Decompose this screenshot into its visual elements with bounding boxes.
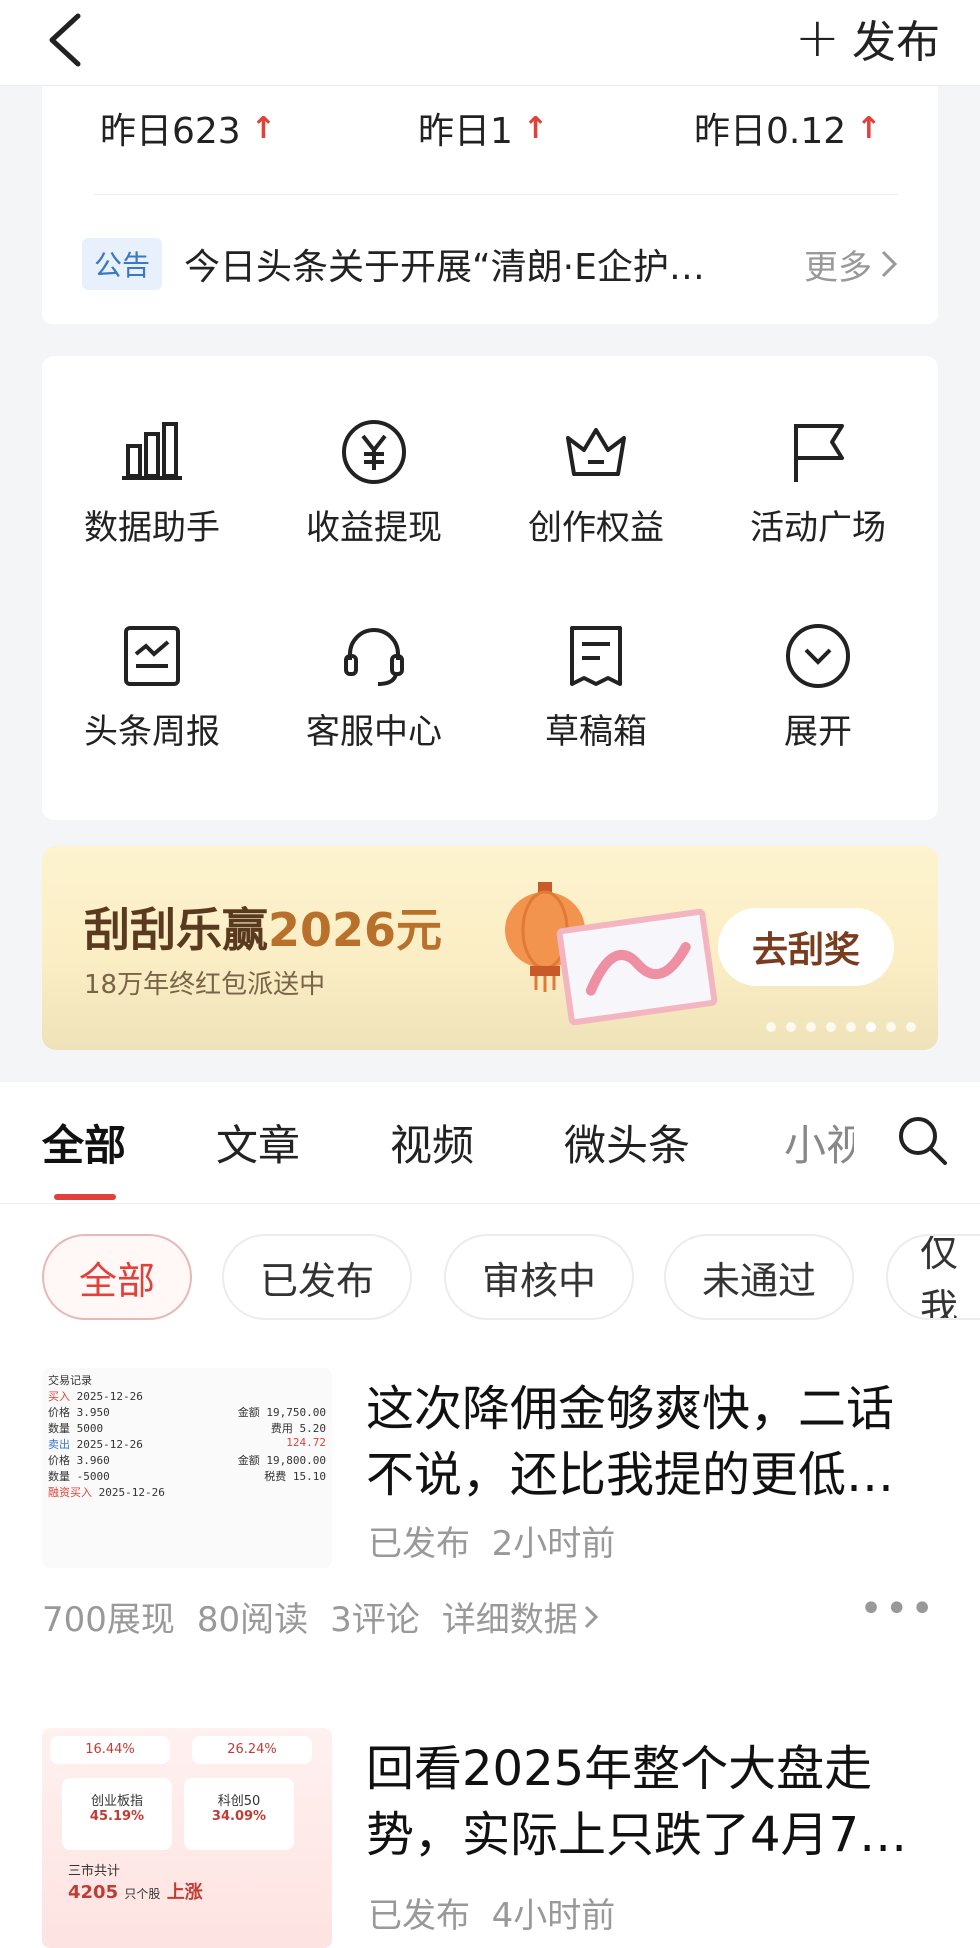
stat-item: 昨日1 ↑: [418, 102, 548, 154]
stat-text: 昨日623: [100, 111, 241, 152]
top-bar: + 发布: [0, 0, 980, 86]
thumb-total: 4205 只个股 上涨: [68, 1882, 203, 1903]
search-icon[interactable]: [894, 1112, 950, 1168]
tab-videos[interactable]: 视频: [390, 1112, 474, 1173]
tool-label: 草稿箱: [545, 712, 647, 752]
tool-label: 收益提现: [306, 508, 442, 548]
article-status: 已发布: [368, 1896, 470, 1936]
active-tab-indicator: [54, 1194, 116, 1200]
plus-icon: +: [794, 6, 840, 69]
notice-text[interactable]: 今日头条关于开展“清朗·E企护…: [184, 238, 804, 290]
report-icon: [124, 626, 180, 686]
tool-label: 头条周报: [84, 712, 220, 752]
tool-creator-rights[interactable]: 创作权益: [486, 416, 706, 549]
tool-label: 活动广场: [750, 508, 886, 548]
article-status: 已发布: [368, 1524, 470, 1564]
carousel-dots: [766, 1022, 916, 1032]
detail-data-link[interactable]: 详细数据: [442, 1592, 598, 1641]
tab-micro[interactable]: 微头条: [564, 1112, 690, 1173]
stat-item: 昨日623 ↑: [100, 102, 276, 154]
stats-card: 昨日623 ↑ 昨日1 ↑ 昨日0.12 ↑ 公告 今日头条关于开展“清朗·E企护… …: [42, 86, 938, 324]
tools-grid: 数据助手 收益提现 创作权益 活动广场 头条周报 客服中心 草稿箱 展开: [42, 356, 938, 820]
filter-private[interactable]: 仅我: [886, 1234, 980, 1320]
stat-views: 700展现: [42, 1600, 175, 1640]
tool-weekly-report[interactable]: 头条周报: [42, 620, 262, 753]
thumb-pill: 16.44%: [50, 1736, 170, 1764]
article-title[interactable]: 回看2025年整个大盘走势，实际上只跌了4月7…: [366, 1736, 940, 1868]
banner-title: 刮刮乐赢2026元: [84, 894, 442, 960]
divider: [94, 194, 898, 195]
trade-record-image: 交易记录 买入 2025-12-26 价格 3.950 金额 19,750.00 …: [48, 1374, 326, 1499]
crown-icon: [566, 428, 626, 476]
notice-bar[interactable]: 公告 今日头条关于开展“清朗·E企护… 更多: [82, 234, 898, 294]
stat-text: 昨日0.12: [694, 111, 847, 152]
article-stats: 700展现 80阅读 3评论 详细数据: [42, 1592, 598, 1641]
article-thumbnail: 交易记录 买入 2025-12-26 价格 3.950 金额 19,750.00 …: [42, 1368, 332, 1568]
tab-articles[interactable]: 文章: [216, 1112, 300, 1173]
banner-subtitle: 18万年终红包派送中: [84, 970, 326, 1000]
stat-text: 昨日1: [418, 111, 513, 152]
headset-icon: [344, 628, 404, 686]
article-time: 4小时前: [491, 1896, 616, 1936]
publish-button[interactable]: + 发布: [795, 6, 940, 70]
detail-data-label: 详细数据: [441, 1600, 578, 1640]
more-label: 更多: [804, 247, 872, 288]
draft-icon: [570, 626, 622, 686]
thumb-pill: 26.24%: [192, 1736, 312, 1764]
stat-comments: 3评论: [330, 1600, 420, 1640]
tab-small-video[interactable]: 小视: [784, 1112, 854, 1173]
tool-label: 展开: [784, 712, 852, 752]
chevron-down-icon: [786, 624, 850, 688]
thumb-total-label: 三市共计: [68, 1864, 121, 1879]
scratch-button[interactable]: 去刮奖: [718, 908, 894, 986]
tool-expand[interactable]: 展开: [708, 620, 928, 753]
filter-rejected[interactable]: 未通过: [664, 1234, 854, 1320]
thumb-index-card: 创业板指 45.19%: [62, 1778, 172, 1850]
tool-label: 客服中心: [306, 712, 442, 752]
tool-data-assistant[interactable]: 数据助手: [42, 416, 262, 549]
article-thumbnail: 16.44% 26.24% 创业板指 45.19% 科创50 34.09% 三市…: [42, 1728, 332, 1948]
flag-icon: [794, 424, 844, 482]
up-arrow-icon: ↑: [856, 110, 882, 146]
article-meta: 已发布 4小时前: [368, 1888, 615, 1937]
tab-all[interactable]: 全部: [42, 1112, 126, 1173]
content-tabs: 全部 文章 视频 微头条 小视: [0, 1082, 980, 1204]
tool-activity-plaza[interactable]: 活动广场: [708, 416, 928, 549]
notice-tag: 公告: [82, 238, 163, 290]
filter-published[interactable]: 已发布: [222, 1234, 412, 1320]
up-arrow-icon: ↑: [250, 110, 276, 146]
tool-earnings[interactable]: 收益提现: [264, 416, 484, 549]
article-time: 2小时前: [491, 1524, 616, 1564]
stat-reads: 80阅读: [196, 1600, 309, 1640]
more-options-icon[interactable]: •••: [859, 1586, 936, 1632]
stat-item: 昨日0.12 ↑: [694, 102, 881, 154]
article-title[interactable]: 这次降佣金够爽快，二话不说，还比我提的更低…: [366, 1376, 940, 1508]
chevron-right-icon: [881, 250, 898, 278]
content-panel: 全部 文章 视频 微头条 小视 全部 已发布 审核中 未通过 仅我 交易记录 买…: [0, 1082, 980, 1948]
promo-banner[interactable]: 刮刮乐赢2026元 18万年终红包派送中 去刮奖: [42, 846, 938, 1050]
banner-title-prefix: 刮刮乐赢: [84, 903, 268, 957]
publish-label: 发布: [852, 17, 940, 68]
tool-label: 数据助手: [84, 508, 220, 548]
tool-drafts[interactable]: 草稿箱: [486, 620, 706, 753]
tool-customer-service[interactable]: 客服中心: [264, 620, 484, 753]
tool-label: 创作权益: [528, 508, 664, 548]
back-arrow-icon[interactable]: [44, 12, 88, 68]
chevron-right-icon: [584, 1605, 598, 1628]
filter-all[interactable]: 全部: [42, 1234, 192, 1320]
thumb-index-card: 科创50 34.09%: [184, 1778, 294, 1850]
scratch-card-icon: [555, 908, 719, 1026]
yuan-icon: [342, 420, 406, 484]
bar-chart-icon: [122, 422, 182, 480]
notice-more-link[interactable]: 更多: [804, 240, 898, 289]
filter-reviewing[interactable]: 审核中: [444, 1234, 634, 1320]
up-arrow-icon: ↑: [522, 110, 549, 146]
banner-title-number: 2026元: [268, 903, 443, 957]
article-meta: 已发布 2小时前: [368, 1516, 615, 1565]
